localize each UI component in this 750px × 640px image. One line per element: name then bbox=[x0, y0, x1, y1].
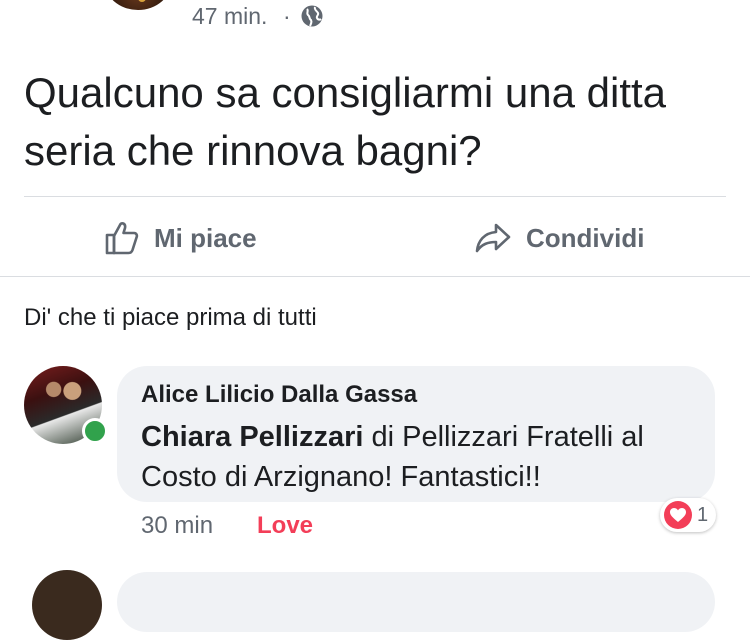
meta-separator: · bbox=[283, 3, 291, 29]
share-label: Condividi bbox=[526, 222, 645, 253]
share-button[interactable]: Condividi bbox=[474, 214, 644, 262]
next-commenter-avatar[interactable] bbox=[32, 570, 102, 640]
divider bbox=[24, 196, 726, 197]
comment-timestamp[interactable]: 30 min bbox=[141, 512, 213, 540]
thumbs-up-icon bbox=[105, 222, 139, 255]
share-arrow-icon bbox=[475, 223, 511, 253]
comment-mention[interactable]: Chiara Pellizzari bbox=[141, 421, 363, 453]
globe-icon bbox=[301, 5, 323, 27]
post-text: Qualcuno sa consigliarmi una ditta seria… bbox=[24, 69, 667, 174]
comment-author[interactable]: Alice Lilicio Dalla Gassa bbox=[141, 381, 417, 409]
heart-icon bbox=[664, 501, 692, 529]
divider bbox=[0, 276, 750, 277]
post-author-avatar[interactable] bbox=[104, 0, 172, 10]
like-label: Mi piace bbox=[154, 222, 257, 253]
next-comment-bubble[interactable] bbox=[117, 572, 715, 632]
comment-text: Chiara Pellizzari di Pellizzari Fratelli… bbox=[141, 417, 711, 497]
reactions-prompt: Di' che ti piace prima di tutti bbox=[24, 304, 317, 331]
love-reaction-button[interactable]: Love bbox=[257, 512, 313, 540]
online-status-dot bbox=[82, 418, 108, 444]
reaction-count: 1 bbox=[697, 503, 709, 526]
reaction-count-badge[interactable]: 1 bbox=[660, 498, 717, 532]
post-timestamp[interactable]: 47 min. bbox=[192, 2, 267, 30]
like-button[interactable]: Mi piace bbox=[104, 214, 257, 262]
